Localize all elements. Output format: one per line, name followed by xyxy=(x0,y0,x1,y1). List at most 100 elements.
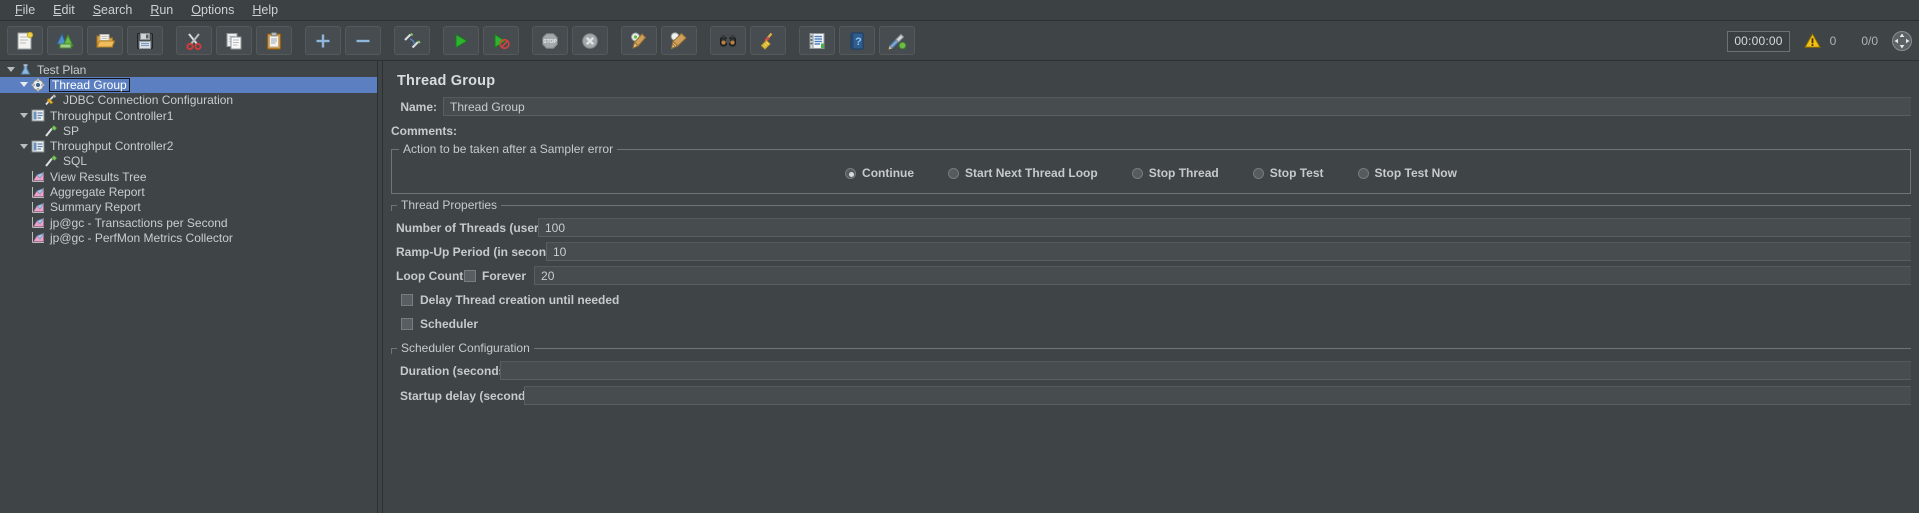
tree-item-throughput-controller2[interactable]: Throughput Controller2 xyxy=(0,138,377,153)
menu-file[interactable]: File xyxy=(6,1,44,20)
tree-item-label: Throughput Controller2 xyxy=(50,139,174,154)
play-green-icon xyxy=(455,33,468,48)
menu-help[interactable]: Help xyxy=(243,1,287,20)
shutdown-button[interactable] xyxy=(572,26,608,55)
menu-edit[interactable]: Edit xyxy=(44,1,84,20)
scissors-icon xyxy=(186,32,202,50)
tree-item-label: SP xyxy=(63,123,80,138)
tree-item-jdbc-connection-configuration[interactable]: JDBC Connection Configuration xyxy=(0,93,377,108)
tree-item-label: SQL xyxy=(63,154,88,169)
menu-run[interactable]: Run xyxy=(141,1,182,20)
templates-button[interactable] xyxy=(47,26,83,55)
thread-group-gear-icon xyxy=(30,78,46,92)
plus-icon xyxy=(316,34,330,47)
startup-delay-input[interactable] xyxy=(524,386,1911,405)
twisty-toggle[interactable] xyxy=(17,143,30,149)
tree-item-perfmon-metrics-collector[interactable]: jp@gc - PerfMon Metrics Collector xyxy=(0,230,377,245)
delay-thread-creation-checkbox[interactable]: Delay Thread creation until needed xyxy=(391,290,1911,309)
help-book-icon: ? xyxy=(850,32,864,49)
menu-options[interactable]: Options xyxy=(182,1,243,20)
radio-indicator xyxy=(1131,167,1143,179)
scheduler-checkbox[interactable]: Scheduler xyxy=(391,314,1911,333)
jdbc-config-icon xyxy=(43,93,59,107)
clear-all-button[interactable] xyxy=(661,26,697,55)
tree-item-test-plan[interactable]: Test Plan xyxy=(0,62,377,77)
duration-label: Duration (seconds) xyxy=(400,363,510,378)
undo-redo-button[interactable] xyxy=(879,26,915,55)
comments-row: Comments: xyxy=(391,121,1911,140)
tree-item-summary-report[interactable]: Summary Report xyxy=(0,200,377,215)
comments-label: Comments: xyxy=(391,123,458,138)
tree-item-sql[interactable]: SQL xyxy=(0,154,377,169)
warning-indicator[interactable]: 0 xyxy=(1803,32,1837,50)
open-folder-icon xyxy=(96,33,115,47)
tree-item-label: Throughput Controller1 xyxy=(50,108,174,123)
function-helper-button[interactable] xyxy=(799,26,835,55)
tree-item-aggregate-report[interactable]: Aggregate Report xyxy=(0,184,377,199)
sampler-error-radio-group: Continue Start Next Thread Loop Stop Thr… xyxy=(396,161,1906,184)
warning-count: 0 xyxy=(1829,34,1837,48)
new-button[interactable] xyxy=(7,26,43,55)
copy-button[interactable] xyxy=(216,26,252,55)
templates-icon xyxy=(56,32,74,48)
tree-item-transactions-per-second[interactable]: jp@gc - Transactions per Second xyxy=(0,215,377,230)
open-button[interactable] xyxy=(87,26,123,55)
listener-chart-icon xyxy=(30,200,46,214)
number-of-threads-input[interactable]: 100 xyxy=(538,218,1911,237)
radio-label: Continue xyxy=(862,166,915,180)
save-button[interactable] xyxy=(127,26,163,55)
radio-indicator xyxy=(1357,167,1369,179)
radio-start-next-thread-loop[interactable]: Start Next Thread Loop xyxy=(948,166,1098,180)
toggle-pencils-icon xyxy=(404,32,421,48)
radio-stop-test[interactable]: Stop Test xyxy=(1252,166,1324,180)
menu-search[interactable]: Search xyxy=(84,1,142,20)
jdbc-request-icon xyxy=(43,154,59,168)
controller-icon xyxy=(30,109,46,123)
name-row: Name: Thread Group xyxy=(391,97,1911,116)
expand-all-button[interactable] xyxy=(305,26,341,55)
search-button[interactable] xyxy=(710,26,746,55)
checkbox-indicator xyxy=(464,269,476,282)
radio-stop-thread[interactable]: Stop Thread xyxy=(1131,166,1219,180)
toggle-button[interactable] xyxy=(394,26,430,55)
clear-button[interactable] xyxy=(621,26,657,55)
tree-item-label: View Results Tree xyxy=(50,169,147,184)
sampler-error-group-title: Action to be taken after a Sampler error xyxy=(399,142,618,156)
name-input[interactable]: Thread Group xyxy=(443,97,1911,116)
radio-continue[interactable]: Continue xyxy=(845,166,914,180)
tree-item-throughput-controller1[interactable]: Throughput Controller1 xyxy=(0,108,377,123)
clear-all-broom-icon xyxy=(670,31,687,49)
collapse-all-button[interactable] xyxy=(345,26,381,55)
expand-arrows-button[interactable] xyxy=(1891,30,1913,52)
twisty-toggle[interactable] xyxy=(4,67,17,73)
toolbar-status-area: 00:00:00 0 0/0 xyxy=(1727,21,1913,61)
tree-item-view-results-tree[interactable]: View Results Tree xyxy=(0,169,377,184)
tree-item-thread-group[interactable]: Thread Group xyxy=(0,77,377,93)
radio-stop-test-now[interactable]: Stop Test Now xyxy=(1357,166,1457,180)
comments-input[interactable] xyxy=(457,121,1911,140)
save-floppy-icon xyxy=(137,32,153,49)
copy-icon xyxy=(226,32,242,49)
tree-item-label: jp@gc - Transactions per Second xyxy=(50,215,228,230)
scheduler-label: Scheduler xyxy=(420,316,479,331)
radio-indicator xyxy=(948,167,960,179)
paste-button[interactable] xyxy=(256,26,292,55)
shutdown-x-icon xyxy=(582,32,598,49)
paint-tools-icon xyxy=(888,33,907,49)
tree-item-sp[interactable]: SP xyxy=(0,123,377,138)
test-plan-tree[interactable]: Test Plan Thread Group JDBC Connection C… xyxy=(0,61,378,513)
loop-count-input[interactable]: 20 xyxy=(534,266,1911,285)
twisty-toggle[interactable] xyxy=(17,82,30,88)
help-button[interactable]: ? xyxy=(839,26,875,55)
ramp-up-period-input[interactable]: 10 xyxy=(546,242,1911,261)
duration-input[interactable] xyxy=(500,361,1911,380)
tree-item-label: JDBC Connection Configuration xyxy=(63,93,234,108)
cut-button[interactable] xyxy=(176,26,212,55)
stop-button[interactable]: STOP xyxy=(532,26,568,55)
forever-checkbox[interactable]: Forever xyxy=(464,269,526,283)
ramp-up-period-row: Ramp-Up Period (in seconds): 10 xyxy=(391,242,1911,261)
start-button[interactable] xyxy=(443,26,479,55)
twisty-toggle[interactable] xyxy=(17,113,30,119)
start-no-pauses-button[interactable] xyxy=(483,26,519,55)
search-reset-button[interactable] xyxy=(750,26,786,55)
